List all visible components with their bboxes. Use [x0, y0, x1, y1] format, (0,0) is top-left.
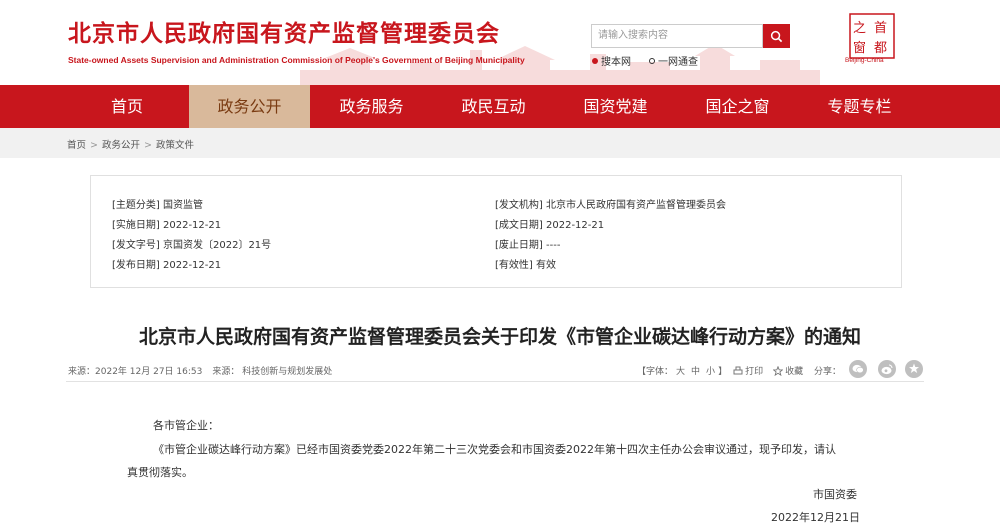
nav-item-party-building[interactable]: 国资党建 — [555, 85, 676, 128]
document-info-box — [90, 175, 902, 288]
info-doc-number-label: [发文字号] — [112, 240, 160, 251]
breadcrumb: 首页 > 政务公开 > 政策文件 — [67, 137, 194, 151]
breadcrumb-bar: 首页 > 政务公开 > 政策文件 — [0, 128, 1000, 158]
info-repeal-date: [废止日期] ---- — [495, 236, 560, 251]
salutation: 各市管企业： — [153, 419, 219, 432]
search-scope-site-label: 搜本网 — [601, 57, 631, 68]
info-written-date-label: [成文日期] — [495, 220, 543, 231]
signature: 市国资委 — [813, 488, 857, 501]
print-icon — [733, 366, 743, 374]
info-publish-date-value: 2022-12-21 — [163, 260, 222, 271]
logo-char-4: 窗 — [853, 40, 866, 56]
font-size-small[interactable]: 小 — [706, 364, 715, 377]
star-icon — [773, 365, 784, 376]
breadcrumb-separator: > — [144, 140, 152, 151]
info-doc-number-value: 京国资发〔2022〕21号 — [163, 240, 272, 251]
info-issuer-value: 北京市人民政府国有资产监督管理委员会 — [546, 200, 726, 211]
search-icon — [770, 30, 783, 42]
info-topic-value: 国资监管 — [163, 200, 203, 211]
nav-item-gov-affairs-public[interactable]: 政务公开 — [189, 85, 310, 128]
meta-divider — [66, 381, 924, 382]
weibo-icon[interactable] — [878, 360, 896, 378]
breadcrumb-home[interactable]: 首页 — [67, 140, 86, 151]
logo-char-1: 首 — [874, 21, 887, 36]
body-paragraph-line-1: 《市管企业碳达峰行动方案》已经市国资委党委2022年第二十三次党委会和市国资委2… — [153, 443, 836, 456]
radio-unselected-icon — [649, 57, 655, 64]
info-effective-date-label: [实施日期] — [112, 220, 160, 231]
document-meta: 来源：2022年 12月 27日 16:53 来源： 科技创新与规划发展处 — [68, 364, 332, 377]
font-size-large[interactable]: 大 — [676, 364, 685, 377]
info-topic: [主题分类] 国资监管 — [112, 196, 203, 211]
info-validity-value: 有效 — [536, 260, 556, 271]
favorite-button[interactable]: 收藏 — [773, 364, 803, 377]
document-title: 北京市人民政府国有资产监督管理委员会关于印发《市管企业碳达峰行动方案》的通知 — [138, 326, 861, 348]
nav-item-special-topics[interactable]: 专题专栏 — [799, 85, 920, 128]
document-tools: 【字体： 大 中 小 】 打印 收藏 — [637, 364, 803, 377]
radio-selected-icon — [592, 57, 598, 64]
info-validity: [有效性] 有效 — [495, 256, 556, 271]
info-doc-number: [发文字号] 京国资发〔2022〕21号 — [112, 236, 271, 251]
font-size-label: 【字体： — [637, 367, 674, 377]
favorite-label: 收藏 — [785, 367, 804, 377]
source-label: 来源： — [68, 367, 96, 377]
nav-item-enterprise-window[interactable]: 国企之窗 — [677, 85, 798, 128]
search-scope-all[interactable]: 一网通查 — [649, 53, 698, 68]
info-repeal-date-value: ---- — [546, 240, 561, 251]
nav-item-gov-services[interactable]: 政务服务 — [311, 85, 432, 128]
font-size-close: 】 — [718, 367, 728, 377]
share-label: 分享： — [814, 367, 842, 377]
print-label: 打印 — [745, 367, 764, 377]
search-scope-site[interactable]: 搜本网 — [592, 53, 631, 68]
other-share-icon[interactable] — [905, 360, 923, 378]
print-button[interactable]: 打印 — [733, 364, 763, 377]
logo-char-2: 都 — [874, 41, 887, 56]
info-publish-date: [发布日期] 2022-12-21 — [112, 256, 221, 271]
info-publish-date-label: [发布日期] — [112, 260, 160, 271]
info-effective-date-value: 2022-12-21 — [163, 220, 222, 231]
body-paragraph-line-2: 真贯彻落实。 — [127, 466, 193, 479]
info-repeal-date-label: [废止日期] — [495, 240, 543, 251]
site-header: 北京市人民政府国有资产监督管理委员会 State-owned Assets Su… — [0, 0, 1000, 85]
nav-item-interaction[interactable]: 政民互动 — [433, 85, 554, 128]
nav-item-home[interactable]: 首页 — [67, 85, 187, 128]
logo-caption: Beijing-China — [845, 57, 884, 64]
publish-datetime: 2022年 12月 27日 16:53 — [95, 367, 203, 377]
search-scope-all-label: 一网通查 — [658, 57, 698, 68]
logo-char-3: 之 — [853, 21, 866, 36]
breadcrumb-policy-docs[interactable]: 政策文件 — [156, 140, 194, 151]
info-written-date: [成文日期] 2022-12-21 — [495, 216, 604, 231]
info-issuer: [发文机构] 北京市人民政府国有资产监督管理委员会 — [495, 196, 726, 211]
source-department: 来源： 科技创新与规划发展处 — [212, 367, 333, 377]
breadcrumb-gov-affairs[interactable]: 政务公开 — [102, 140, 140, 151]
info-effective-date: [实施日期] 2022-12-21 — [112, 216, 221, 231]
search-input[interactable]: 请输入搜索内容 — [591, 24, 763, 48]
info-written-date-value: 2022-12-21 — [546, 220, 605, 231]
wechat-icon[interactable] — [849, 360, 867, 378]
signature-date: 2022年12月21日 — [771, 511, 860, 524]
search-button[interactable] — [763, 24, 790, 48]
search-scope-options: 搜本网 一网通查 — [592, 53, 698, 68]
info-topic-label: [主题分类] — [112, 200, 160, 211]
info-issuer-label: [发文机构] — [495, 200, 543, 211]
font-size-medium[interactable]: 中 — [691, 364, 700, 377]
site-title[interactable]: 北京市人民政府国有资产监督管理委员会 — [68, 14, 500, 48]
breadcrumb-separator: > — [90, 140, 98, 151]
info-validity-label: [有效性] — [495, 260, 533, 271]
main-nav: 首页 政务公开 政务服务 政民互动 国资党建 国企之窗 专题专栏 — [0, 85, 1000, 128]
site-subtitle: State-owned Assets Supervision and Admin… — [68, 55, 525, 65]
